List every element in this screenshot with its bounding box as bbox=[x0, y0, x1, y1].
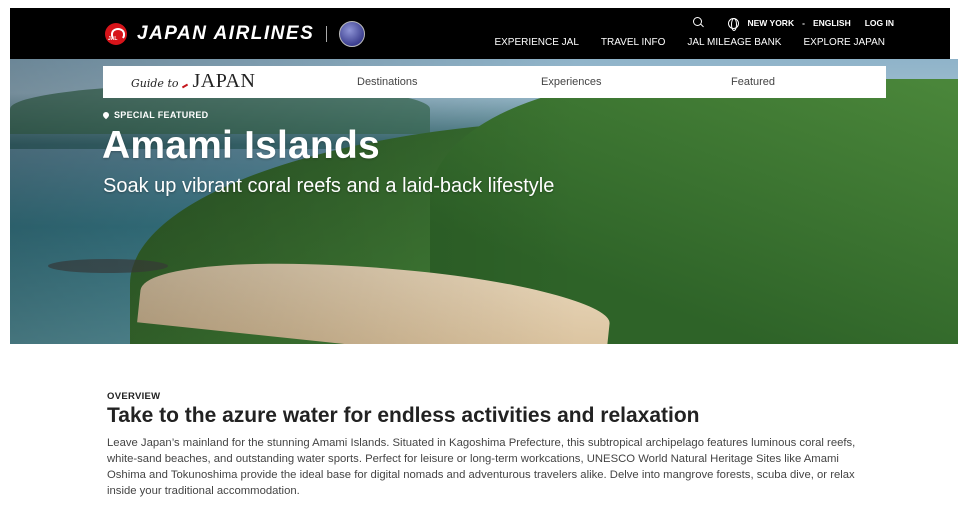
location-selector[interactable]: NEW YORK bbox=[747, 18, 794, 28]
page-subtitle: Soak up vibrant coral reefs and a laid-b… bbox=[103, 175, 555, 197]
search-icon[interactable] bbox=[692, 16, 706, 30]
main-nav: EXPERIENCE JAL TRAVEL INFO JAL MILEAGE B… bbox=[494, 37, 885, 48]
guide-subnav: Guide to JAPAN Destinations Experiences … bbox=[103, 66, 886, 98]
hero-image bbox=[10, 59, 958, 344]
subnav-destinations[interactable]: Destinations bbox=[357, 76, 418, 88]
logo-divider bbox=[326, 26, 328, 42]
jal-logo[interactable]: JAL JAPAN AIRLINES bbox=[105, 21, 366, 47]
utility-nav: NEW YORK - ENGLISH LOG IN bbox=[692, 16, 894, 31]
location-pin-icon bbox=[101, 110, 111, 120]
site-header: JAL JAPAN AIRLINES NEW YORK - ENGLISH LO… bbox=[10, 8, 950, 59]
language-selector[interactable]: ENGLISH bbox=[813, 18, 851, 28]
util-separator: - bbox=[802, 18, 805, 28]
hero-overlay bbox=[10, 59, 958, 344]
page-title: Amami Islands bbox=[102, 124, 380, 167]
nav-experience-jal[interactable]: EXPERIENCE JAL bbox=[494, 37, 578, 48]
subnav-featured[interactable]: Featured bbox=[731, 76, 775, 88]
badge-label: SPECIAL FEATURED bbox=[114, 110, 209, 120]
guide-logo-script: Guide to bbox=[131, 77, 179, 90]
subnav-experiences[interactable]: Experiences bbox=[541, 76, 602, 88]
oneworld-icon bbox=[339, 21, 366, 47]
overview-body: Leave Japan’s mainland for the stunning … bbox=[107, 437, 856, 497]
guide-to-japan-logo[interactable]: Guide to JAPAN bbox=[131, 70, 255, 93]
overview-title: Take to the azure water for endless acti… bbox=[107, 404, 700, 427]
guide-logo-main: JAPAN bbox=[192, 70, 256, 92]
overview-label: OVERVIEW bbox=[107, 391, 161, 402]
globe-icon[interactable] bbox=[728, 17, 740, 31]
jal-crane-icon: JAL bbox=[105, 23, 127, 45]
special-featured-badge: SPECIAL FEATURED bbox=[101, 110, 209, 120]
guide-logo-accent bbox=[182, 83, 189, 89]
nav-explore-japan[interactable]: EXPLORE JAPAN bbox=[803, 37, 885, 48]
nav-jal-mileage-bank[interactable]: JAL MILEAGE BANK bbox=[687, 37, 781, 48]
brand-name: JAPAN AIRLINES bbox=[137, 23, 315, 44]
nav-travel-info[interactable]: TRAVEL INFO bbox=[601, 37, 665, 48]
login-link[interactable]: LOG IN bbox=[865, 18, 894, 28]
